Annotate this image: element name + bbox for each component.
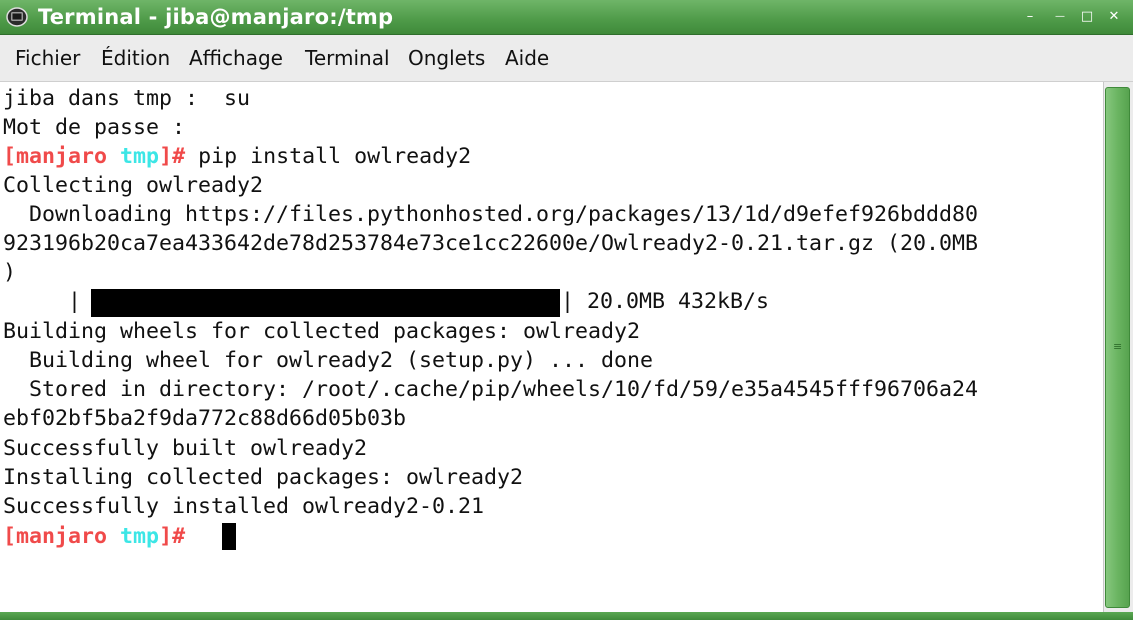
terminal-line: ) — [3, 260, 17, 285]
prompt-open-bracket: [ — [3, 144, 17, 169]
maximize-button[interactable]: □ — [1076, 6, 1098, 28]
terminal-line: Successfully built owlready2 — [3, 436, 368, 461]
terminal-line: jiba dans tmp : su — [3, 86, 251, 111]
terminal-line: Mot de passe : — [3, 115, 186, 140]
progress-left: | — [3, 289, 82, 314]
terminal-line-prompt: [manjaro tmp]# pip install owlready2 — [3, 142, 471, 171]
terminal-line: Building wheels for collected packages: … — [3, 319, 641, 344]
prompt-dir: tmp — [120, 524, 160, 549]
prompt-host: manjaro — [16, 524, 108, 549]
terminal-line: Stored in directory: /root/.cache/pip/wh… — [3, 377, 979, 402]
command-text: pip install owlready2 — [185, 144, 472, 169]
menu-aide[interactable]: Aide — [505, 46, 549, 70]
menu-bar: Fichier Édition Affichage Terminal Ongle… — [0, 35, 1133, 82]
prompt-close: ]# — [159, 524, 186, 549]
terminal-line: 923196b20ca7ea433642de78d253784e73ce1cc2… — [3, 231, 979, 256]
text-cursor — [222, 523, 236, 550]
terminal-line: Successfully installed owlready2-0.21 — [3, 494, 485, 519]
window-bottom-border — [0, 612, 1133, 620]
terminal-output[interactable]: jiba dans tmp : su Mot de passe : [manja… — [0, 82, 1103, 612]
terminal-window: Terminal - jiba@manjaro:/tmp – — □ ✕ Fic… — [0, 0, 1133, 620]
menu-edition[interactable]: Édition — [101, 46, 170, 70]
menu-affichage[interactable]: Affichage — [189, 46, 283, 70]
terminal-line: ebf02bf5ba2f9da772c88d66d05b03b — [3, 406, 407, 431]
window-title: Terminal - jiba@manjaro:/tmp — [38, 5, 394, 29]
progress-right: | 20.0MB 432kB/s — [561, 289, 770, 314]
prompt-open-bracket: [ — [3, 524, 17, 549]
prompt-dir: tmp — [120, 144, 160, 169]
terminal-line: Downloading https://files.pythonhosted.o… — [3, 202, 979, 227]
prompt-close: ]# — [159, 144, 186, 169]
terminal-icon[interactable] — [6, 6, 28, 28]
menu-fichier[interactable]: Fichier — [15, 46, 80, 70]
prompt-host: manjaro — [16, 144, 108, 169]
terminal-line: Installing collected packages: owlready2 — [3, 465, 524, 490]
scrollbar-grip-icon: ≡ — [1113, 340, 1123, 353]
window-menu-button[interactable]: – — [1019, 6, 1041, 28]
menu-onglets[interactable]: Onglets — [408, 46, 485, 70]
terminal-line-prompt: [manjaro tmp]# — [3, 522, 185, 551]
download-progress-bar — [91, 289, 560, 317]
terminal-line: Building wheel for owlready2 (setup.py) … — [3, 348, 654, 373]
minimize-button[interactable]: — — [1049, 6, 1071, 28]
terminal-line: Collecting owlready2 — [3, 173, 264, 198]
menu-terminal[interactable]: Terminal — [305, 46, 390, 70]
title-bar[interactable]: Terminal - jiba@manjaro:/tmp – — □ ✕ — [0, 0, 1133, 35]
close-button[interactable]: ✕ — [1103, 6, 1125, 28]
